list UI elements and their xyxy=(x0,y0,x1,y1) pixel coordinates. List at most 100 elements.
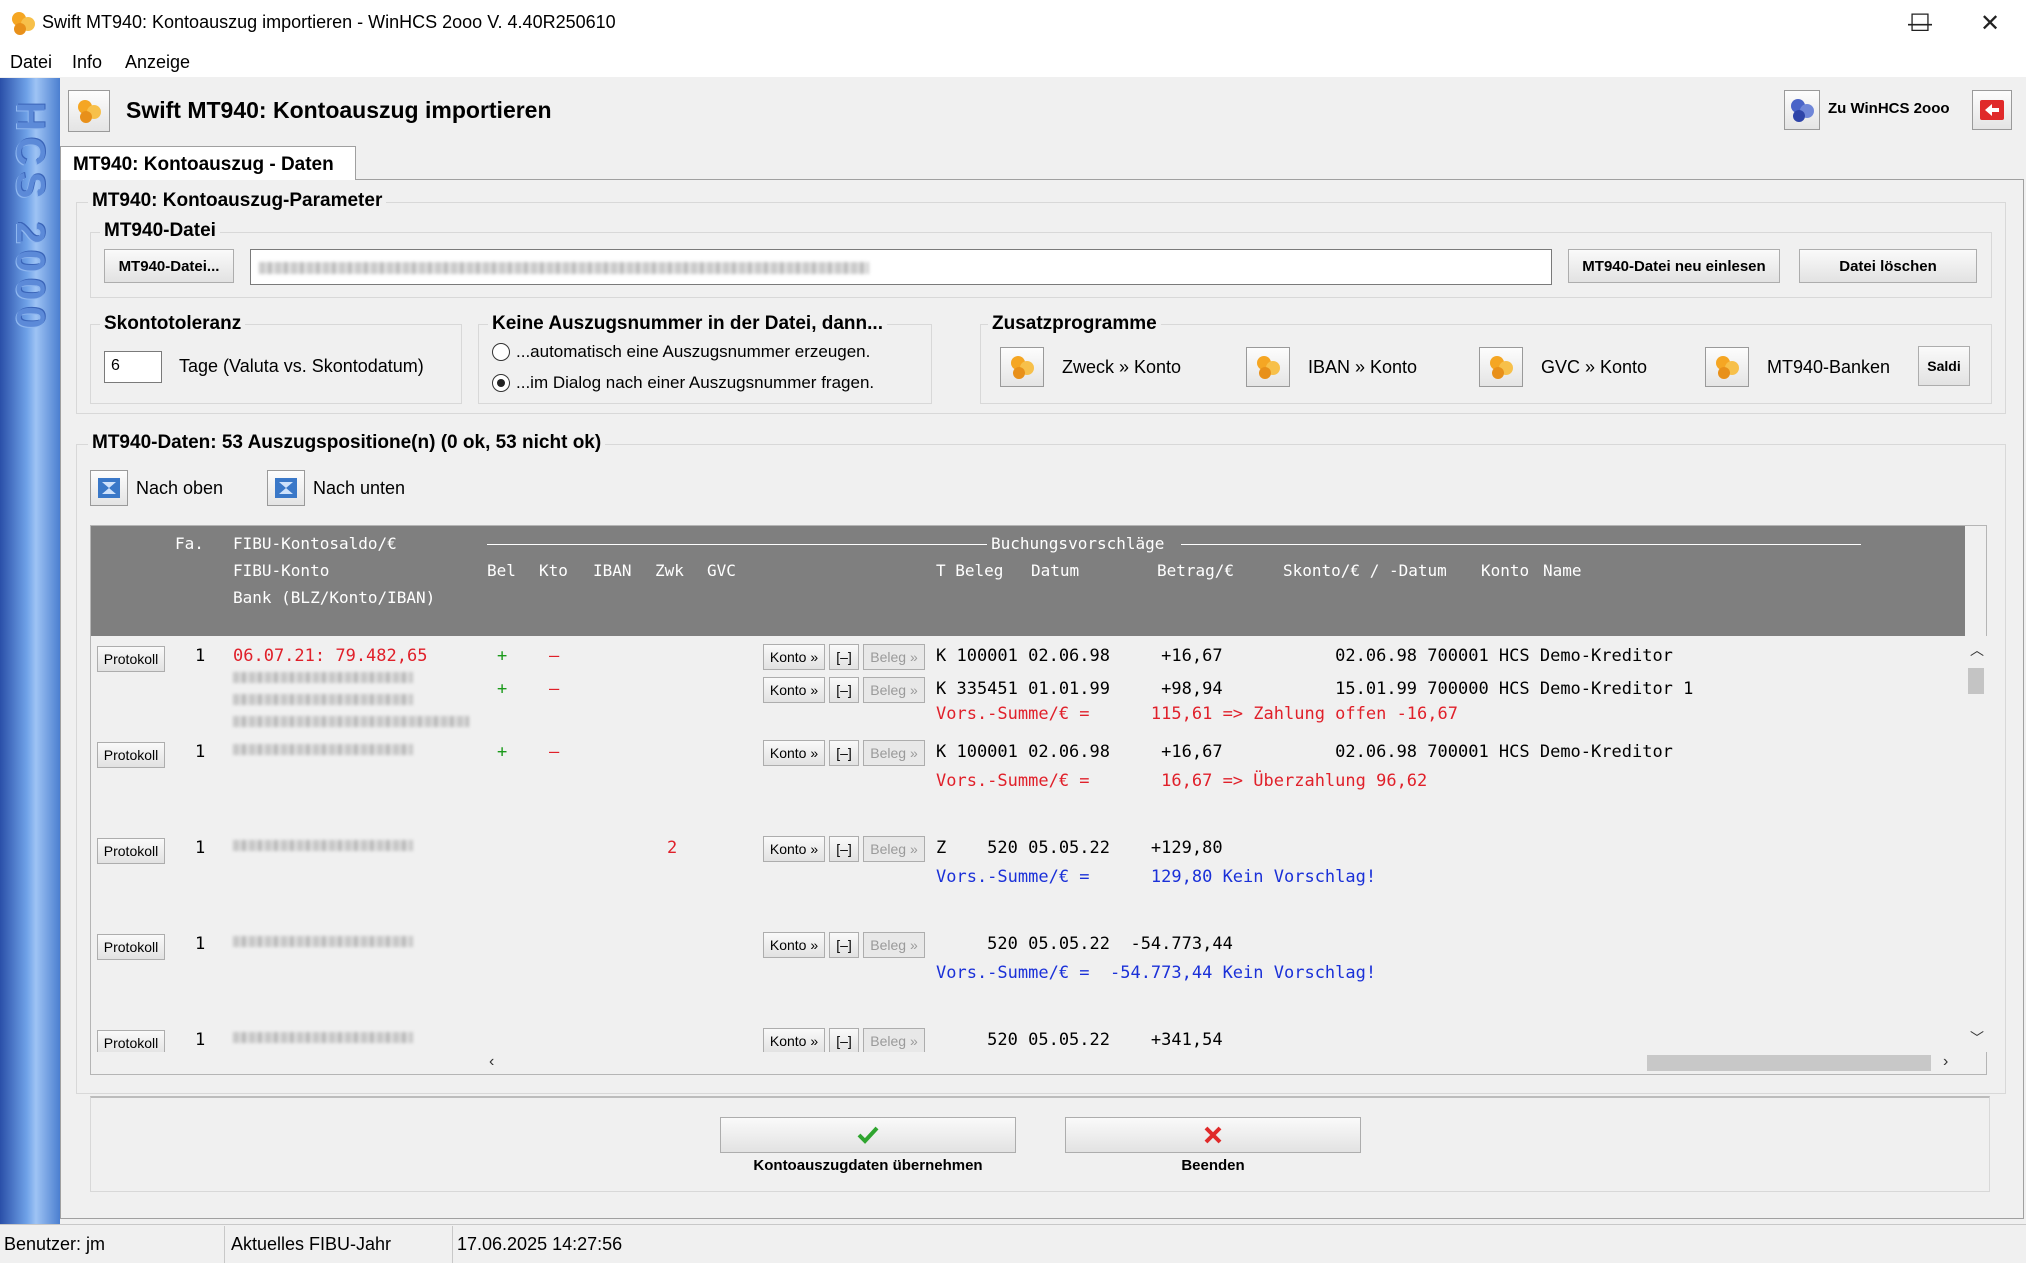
nach-unten-icon[interactable] xyxy=(267,470,305,506)
beleg-button[interactable]: Beleg » xyxy=(863,1028,925,1052)
beleg-button[interactable]: Beleg » xyxy=(863,740,925,766)
auszugsnummer-group-title: Keine Auszugsnummer in der Datei, dann..… xyxy=(488,313,887,335)
nach-oben-label[interactable]: Nach oben xyxy=(136,478,223,499)
row-fa: 1 xyxy=(195,934,206,954)
grid-body: Protokoll 1 06.07.21: 79.482,65 + – Konto » [–… xyxy=(91,636,1965,1052)
radio-dialog-number[interactable] xyxy=(492,374,510,392)
col-skonto-datum: Skonto/€ / -Datum xyxy=(1283,561,1447,580)
mt940-banken-icon[interactable] xyxy=(1705,347,1749,387)
protokoll-button[interactable]: Protokoll xyxy=(97,646,165,672)
bank-redacted xyxy=(233,1032,413,1043)
summary-line: Vors.-Summe/€ = 115,61 => Zahlung offen … xyxy=(936,704,1458,724)
col-kto: Kto xyxy=(539,561,568,580)
booking-line: K 100001 02.06.98 +16,67 02.06.98 700001… xyxy=(936,742,1673,762)
close-window-button[interactable]: ✕ xyxy=(1955,0,2025,47)
row-fa: 1 xyxy=(195,1030,206,1050)
booking-line: K 335451 01.01.99 +98,94 15.01.99 700000… xyxy=(936,679,1694,699)
gvc-konto-label[interactable]: GVC » Konto xyxy=(1541,357,1647,378)
summary-line: Vors.-Summe/€ = -54.773,44 Kein Vorschla… xyxy=(936,963,1377,983)
minus-button[interactable]: [–] xyxy=(829,836,859,862)
winhcs-icon-button[interactable] xyxy=(1784,90,1820,130)
row-saldo: 06.07.21: 79.482,65 xyxy=(233,646,428,666)
status-fibu-year: Aktuelles FIBU-Jahr xyxy=(225,1226,453,1263)
menu-anzeige[interactable]: Anzeige xyxy=(125,52,190,73)
konto-button[interactable]: Konto » xyxy=(763,932,825,958)
window-title: Swift MT940: Kontoauszug importieren - W… xyxy=(42,12,616,32)
tab-kontoauszug-daten[interactable]: MT940: Kontoauszug - Daten xyxy=(60,146,356,180)
menu-datei[interactable]: Datei xyxy=(10,52,52,73)
horizontal-scrollbar[interactable]: ‹ › xyxy=(487,1052,1965,1074)
minus-button[interactable]: [–] xyxy=(829,1028,859,1052)
row-kto: – xyxy=(549,646,560,666)
accept-button[interactable] xyxy=(720,1117,1016,1153)
delete-file-button[interactable]: Datei löschen xyxy=(1799,249,1977,283)
minus-button[interactable]: [–] xyxy=(829,644,859,670)
winhcs-button-label[interactable]: Zu WinHCS 2ooo xyxy=(1828,100,1950,117)
scroll-up-icon[interactable]: ︿ xyxy=(1970,640,1984,660)
reload-file-button[interactable]: MT940-Datei neu einlesen xyxy=(1568,249,1780,283)
beleg-button[interactable]: Beleg » xyxy=(863,677,925,703)
bank-redacted xyxy=(233,694,413,705)
vertical-scroll-thumb[interactable] xyxy=(1968,668,1984,694)
protokoll-button[interactable]: Protokoll xyxy=(97,838,165,864)
radio-auto-number[interactable] xyxy=(492,343,510,361)
konto-button[interactable]: Konto » xyxy=(763,677,825,703)
maximize-button[interactable]: ☐ xyxy=(1885,0,1955,47)
row-zwk: 2 xyxy=(667,838,678,858)
beleg-button[interactable]: Beleg » xyxy=(863,836,925,862)
iban-konto-icon[interactable] xyxy=(1246,347,1290,387)
mt940-banken-label[interactable]: MT940-Banken xyxy=(1767,357,1890,378)
quit-button[interactable] xyxy=(1065,1117,1361,1153)
booking-line: 520 05.05.22 +341,54 xyxy=(936,1030,1223,1050)
grid-header: Fa. FIBU-Kontosaldo/€ FIBU-Konto Bank (B… xyxy=(91,526,1965,636)
booking-line: 520 05.05.22 -54.773,44 xyxy=(936,934,1233,954)
beleg-button[interactable]: Beleg » xyxy=(863,932,925,958)
mt940-file-path-input[interactable] xyxy=(250,249,1552,285)
nach-unten-label[interactable]: Nach unten xyxy=(313,478,405,499)
konto-button[interactable]: Konto » xyxy=(763,1028,825,1052)
protokoll-button[interactable]: Protokoll xyxy=(97,1030,165,1052)
minus-button[interactable]: [–] xyxy=(829,932,859,958)
minus-button[interactable]: [–] xyxy=(829,677,859,703)
table-row: Protokoll 1 Konto » [–] Beleg » 520 05.05.22… xyxy=(91,1028,1965,1052)
app-logo-icon xyxy=(10,10,36,41)
konto-button[interactable]: Konto » xyxy=(763,644,825,670)
scroll-left-icon[interactable]: ‹ xyxy=(489,1053,494,1071)
radio-dialog-number-label: ...im Dialog nach einer Auszugsnummer fr… xyxy=(516,373,875,392)
nach-oben-icon[interactable] xyxy=(90,470,128,506)
beleg-button[interactable]: Beleg » xyxy=(863,644,925,670)
saldi-button[interactable]: Saldi xyxy=(1918,346,1970,386)
scroll-down-icon[interactable]: ﹀ xyxy=(1970,1028,1984,1048)
vertical-scrollbar[interactable]: ︿ ﹀ xyxy=(1965,636,1987,1052)
page-title: Swift MT940: Kontoauszug importieren xyxy=(126,97,552,123)
table-row: Protokoll 1 2 Konto » [–] Beleg » Z 520 05.05.… xyxy=(91,836,1965,934)
row-bel: + xyxy=(497,679,508,699)
gvc-konto-icon[interactable] xyxy=(1479,347,1523,387)
horizontal-scroll-thumb[interactable] xyxy=(1647,1055,1931,1071)
row-bel: + xyxy=(497,742,508,762)
col-fibu-konto: FIBU-Konto xyxy=(233,561,330,580)
col-bel: Bel xyxy=(487,561,516,580)
file-path-redacted xyxy=(259,262,869,274)
iban-konto-label[interactable]: IBAN » Konto xyxy=(1308,357,1417,378)
protokoll-button[interactable]: Protokoll xyxy=(97,934,165,960)
skonto-days-input[interactable]: 6 xyxy=(104,351,162,383)
protokoll-button[interactable]: Protokoll xyxy=(97,742,165,768)
mt940-file-button[interactable]: MT940-Datei... xyxy=(104,249,234,283)
zweck-konto-icon[interactable] xyxy=(1000,347,1044,387)
accept-label[interactable]: Kontoauszugdaten übernehmen xyxy=(720,1157,1016,1174)
col-saldo: FIBU-Kontosaldo/€ xyxy=(233,534,397,553)
zweck-konto-label[interactable]: Zweck » Konto xyxy=(1062,357,1181,378)
minus-button[interactable]: [–] xyxy=(829,740,859,766)
quit-label[interactable]: Beenden xyxy=(1065,1157,1361,1174)
col-konto: Konto xyxy=(1481,561,1530,580)
menu-info[interactable]: Info xyxy=(72,52,102,73)
bank-redacted xyxy=(233,716,469,727)
col-gvc: GVC xyxy=(707,561,736,580)
konto-button[interactable]: Konto » xyxy=(763,836,825,862)
scroll-right-icon[interactable]: › xyxy=(1943,1053,1948,1071)
konto-button[interactable]: Konto » xyxy=(763,740,825,766)
col-betrag: Betrag/€ xyxy=(1157,561,1235,580)
col-fa: Fa. xyxy=(175,534,204,553)
exit-icon-button[interactable] xyxy=(1972,90,2012,130)
